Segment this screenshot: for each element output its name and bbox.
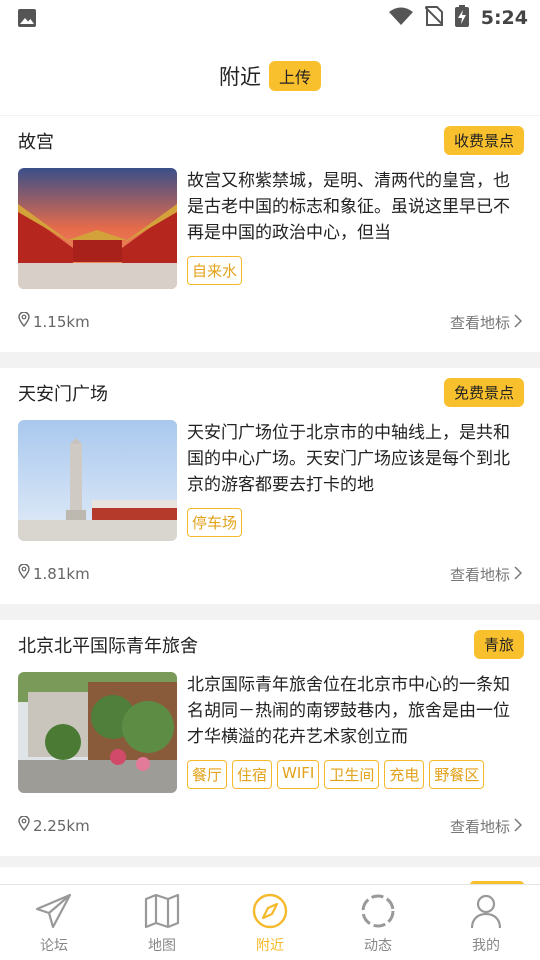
facility-tag: 自来水 [187, 256, 243, 285]
view-landmark-link[interactable]: 查看地标 [449, 564, 523, 585]
paper-plane-icon [35, 893, 73, 933]
upload-button[interactable]: 上传 [268, 60, 321, 91]
place-description: 天安门广场位于北京市的中轴线上，是共和国的中心广场。天安门广场应该是每个到北京的… [187, 423, 510, 495]
nav-label: 动态 [364, 938, 392, 954]
distance-value: 1.15km [33, 312, 90, 331]
place-distance: 1.15km [18, 311, 90, 331]
place-category-badge: 免费景点 [443, 378, 524, 407]
location-pin-icon [18, 311, 30, 331]
view-landmark-label: 查看地标 [449, 818, 510, 836]
map-icon [143, 893, 181, 933]
nav-item-forum[interactable]: 论坛 [0, 885, 108, 960]
place-title: 北京北平国际青年旅舍 [18, 636, 198, 657]
place-card-palace[interactable]: 故宫 收费景点 故宫又称紫禁城，是明、清两代的皇宫，也是古老中国的标志和象征。虽… [0, 116, 540, 352]
facility-tag: 住宿 [232, 760, 273, 789]
nav-label: 附近 [256, 938, 284, 954]
place-title: 故宫 [18, 132, 54, 153]
chevron-right-icon [514, 565, 523, 584]
person-icon [467, 893, 505, 933]
facility-tag: WIFI [277, 760, 320, 789]
refresh-ring-icon [359, 893, 397, 933]
distance-value: 2.25km [33, 816, 90, 835]
facility-tag: 餐厅 [187, 760, 228, 789]
distance-value: 1.81km [33, 564, 90, 583]
chevron-right-icon [514, 817, 523, 836]
nav-label: 我的 [472, 938, 500, 954]
battery-charging-icon [454, 5, 469, 31]
facility-tags: 自来水 [187, 256, 243, 285]
place-thumbnail[interactable] [18, 168, 177, 289]
gallery-notification-icon [18, 9, 36, 31]
view-landmark-label: 查看地标 [449, 314, 510, 332]
view-landmark-label: 查看地标 [449, 566, 510, 584]
facility-tag: 卫生间 [324, 760, 380, 789]
facility-tags: 停车场 [187, 508, 243, 537]
view-landmark-link[interactable]: 查看地标 [449, 816, 523, 837]
nav-label: 论坛 [40, 938, 68, 954]
nav-label: 地图 [148, 938, 176, 954]
nav-item-map[interactable]: 地图 [108, 885, 216, 960]
place-distance: 1.81km [18, 563, 90, 583]
place-category-badge: 收费景点 [443, 126, 524, 155]
facility-tag: 野餐区 [429, 760, 485, 789]
place-category-badge: 青旅 [473, 630, 524, 659]
place-description: 北京国际青年旅舍位在北京市中心的一条知名胡同－热闹的南锣鼓巷内，旅舍是由一位才华… [187, 675, 510, 747]
wifi-icon [388, 7, 413, 29]
status-bar: 5:24 [0, 0, 540, 36]
no-sim-icon [424, 6, 444, 30]
place-title: 天安门广场 [18, 384, 108, 405]
chevron-right-icon [514, 313, 523, 332]
nav-item-feed[interactable]: 动态 [324, 885, 432, 960]
facility-tag: 充电 [384, 760, 425, 789]
compass-icon [251, 893, 289, 933]
view-landmark-link[interactable]: 查看地标 [449, 312, 523, 333]
location-pin-icon [18, 815, 30, 835]
nav-item-nearby[interactable]: 附近 [216, 885, 324, 960]
facility-tags: 餐厅 住宿 WIFI 卫生间 充电 野餐区 [187, 760, 485, 789]
place-description: 故宫又称紫禁城，是明、清两代的皇宫，也是古老中国的标志和象征。虽说这里早已不再是… [187, 171, 510, 243]
place-thumbnail[interactable] [18, 420, 177, 541]
bottom-navigation: 论坛 地图 附近 动态 我的 [0, 884, 540, 960]
place-thumbnail[interactable] [18, 672, 177, 793]
nav-item-profile[interactable]: 我的 [432, 885, 540, 960]
clock: 5:24 [480, 7, 528, 29]
place-card-tiananmen[interactable]: 天安门广场 免费景点 天安门广场位于北京市的中轴线上，是共和国的中心广场。天安门… [0, 368, 540, 604]
facility-tag: 停车场 [187, 508, 243, 537]
place-card-hostel[interactable]: 北京北平国际青年旅舍 青旅 北京国际青年旅舍位在北京市中心的一条知名胡同－热闹的… [0, 620, 540, 856]
page-title: 附近 [218, 64, 261, 89]
location-pin-icon [18, 563, 30, 583]
place-distance: 2.25km [18, 815, 90, 835]
page-header: 附近 上传 [0, 36, 540, 115]
